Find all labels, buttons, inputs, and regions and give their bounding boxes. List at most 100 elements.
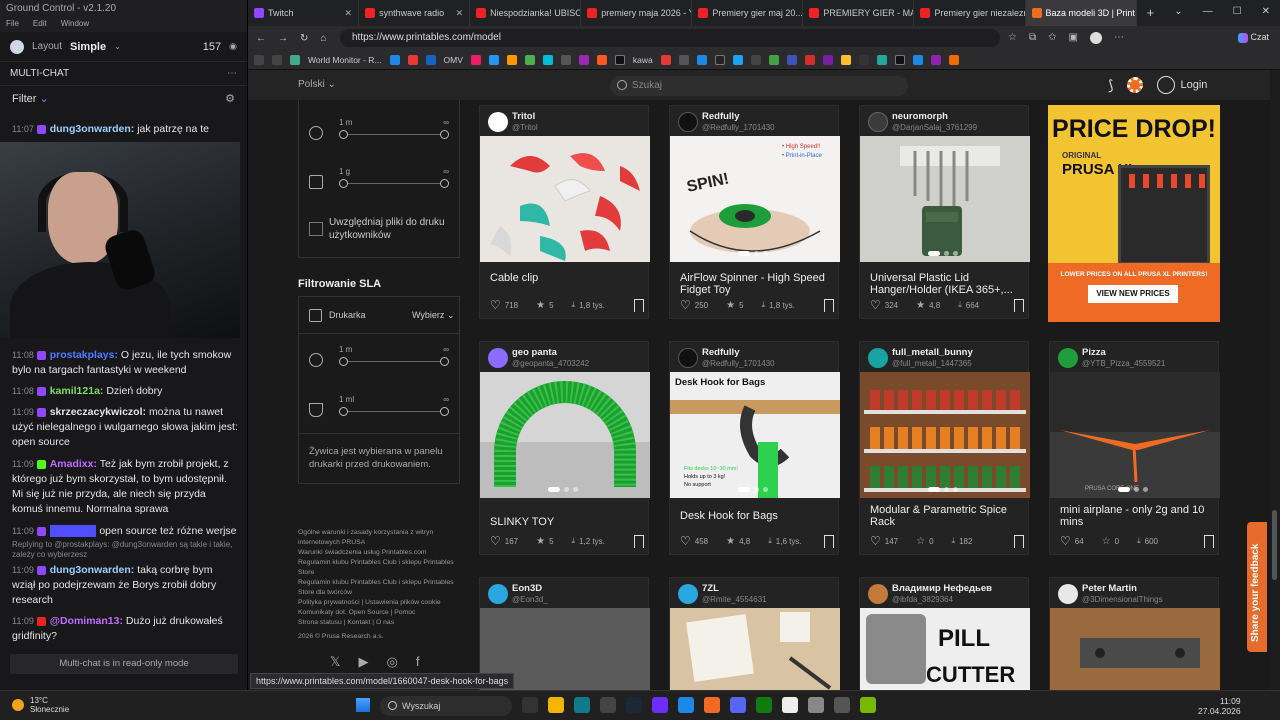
author-name[interactable]: Redfully [702,347,739,358]
star-icon[interactable]: ☆ [1008,32,1017,44]
back-icon[interactable]: ← [256,33,266,44]
tab-ubisoft[interactable]: Niespodzianka! UBISO✕ [470,0,582,26]
more-icon[interactable]: ⋯ [227,68,237,79]
bookmark-icon[interactable] [560,54,571,65]
app-icon[interactable] [834,697,850,713]
author-name[interactable]: Tritol [512,111,535,122]
tab-premiery-3[interactable]: PREMIERY GIER - MAJ✕ [803,0,915,26]
message-user[interactable]: @Domiman13: [50,615,123,627]
footer-link[interactable]: Komunikaty dot. Open Source | Pomoc [298,608,468,618]
forward-icon[interactable]: → [278,33,288,44]
heart-icon[interactable]: ♡ [680,534,691,548]
carousel-dots[interactable] [738,487,768,492]
model-image[interactable]: PRUSA CORE ONE [1050,372,1220,498]
author-name[interactable]: geo panta [512,347,557,358]
bluesky-icon[interactable] [732,54,743,65]
home-icon[interactable]: ⌂ [320,33,326,44]
model-image[interactable] [480,372,650,498]
printer-select[interactable]: Wybierz ⌄ [412,309,454,322]
facebook-icon[interactable]: f [416,654,420,670]
printables-badge-icon[interactable] [1127,77,1144,93]
model-card[interactable]: Tritol @Tritol Cable clip ♡ 718 ★ 5 ⤓ 1,8 t… [479,105,650,319]
bookmark-icon[interactable] [786,54,797,65]
message-user[interactable]: dung3onwarden: [50,564,135,576]
bookmark-icon[interactable] [876,54,887,65]
model-image[interactable]: Desk Hook for Bags Fits desks 10~30 mm! … [670,372,840,498]
model-image[interactable] [860,136,1030,262]
language-select[interactable]: Polski ⌄ [298,79,336,90]
youtube-icon[interactable] [660,54,671,65]
filter-dropdown[interactable]: Filter ⌄ [12,92,49,106]
slider-handle-max[interactable] [440,407,449,416]
slider-handle-max[interactable] [440,130,449,139]
login-button[interactable]: Login [1157,76,1207,94]
model-card[interactable]: Redfully @Redfully_1701430 Desk Hook for… [669,341,840,555]
bookmark-icon[interactable] [822,54,833,65]
carousel-dots[interactable] [928,251,958,256]
slider-handle-min[interactable] [339,357,348,366]
message-user[interactable]: dung3onwarden: [50,123,135,135]
model-card[interactable]: 7ZL @Rmite_4554631 [669,577,840,690]
reload-icon[interactable]: ↻ [300,33,308,44]
heart-icon[interactable]: ♡ [1060,534,1071,548]
price-drop-ad[interactable]: PRICE DROP! ORIGINAL PRUSA XL LOWER PRIC… [1048,105,1220,322]
favorites-icon[interactable]: ✩ [1048,32,1056,44]
model-image[interactable]: PILL CUTTER [860,608,1030,690]
profile-avatar[interactable] [1089,32,1102,44]
extensions-icon[interactable]: ⧉ [1029,32,1036,44]
bookmark-icon[interactable] [542,54,553,65]
bookmark-icon[interactable] [948,54,959,65]
favorite-kawa[interactable]: kawa [633,55,653,65]
close-icon[interactable]: ✕ [456,8,464,19]
windows-start-icon[interactable] [356,698,370,712]
nvidia-icon[interactable] [860,697,876,713]
share-feedback-button[interactable]: Share your feedback [1247,522,1267,652]
slider-handle-max[interactable] [440,357,449,366]
author-avatar[interactable] [868,348,888,368]
resin-slider[interactable]: 1 ml ∞ [309,395,449,425]
task-view-icon[interactable] [522,697,538,713]
footer-link[interactable]: Ogólne warunki i zasady korzystania z wi… [298,528,468,548]
weight-slider[interactable]: 1 g ∞ [309,167,449,197]
bookmark-icon[interactable] [840,54,851,65]
menu-window[interactable]: Window [61,19,89,31]
model-title[interactable]: Desk Hook for Bags [680,510,832,522]
menu-file[interactable]: File [6,19,19,31]
taskbar-search[interactable]: Wyszukaj [380,696,512,716]
instagram-icon[interactable]: ◎ [386,654,397,670]
edge-icon[interactable] [574,697,590,713]
favorite-world-monitor[interactable]: World Monitor - R... [308,55,382,65]
search-input[interactable]: Szukaj [610,76,908,96]
bookmark-icon[interactable] [768,54,779,65]
model-title[interactable]: SLINKY TOY [490,516,642,528]
bookmark-icon[interactable] [912,54,923,65]
author-avatar[interactable] [488,348,508,368]
bookmark-icon[interactable] [524,54,535,65]
collections-icon[interactable]: ▣ [1069,32,1078,44]
taskbar-clock[interactable]: 11:09 27.04.2026 [1198,696,1241,716]
close-window-icon[interactable]: ✕ [1262,6,1270,20]
author-name[interactable]: Владимир Нефедьев [892,583,992,594]
weather-widget[interactable]: 13°C Słonecznie [12,696,69,714]
author-name[interactable]: Redfully [702,111,739,122]
copilot-button[interactable]: Czat [1238,32,1269,43]
bookmark-icon[interactable] [578,54,589,65]
model-image[interactable] [860,372,1030,498]
bookmark-icon[interactable] [470,54,481,65]
heart-icon[interactable]: ♡ [490,534,501,548]
author-avatar[interactable] [678,584,698,604]
model-image[interactable] [670,608,840,690]
app-icon[interactable] [808,697,824,713]
author-avatar[interactable] [488,584,508,604]
heart-icon[interactable]: ♡ [870,298,881,312]
app-icon[interactable] [600,697,616,713]
app-icon[interactable] [678,697,694,713]
bookmark-icon[interactable] [407,54,418,65]
user-avatar-icon[interactable] [10,39,24,54]
model-card[interactable]: geo panta @geopanta_4703242 SLINKY TOY ♡… [479,341,650,555]
folder-icon[interactable] [254,54,264,65]
bookmark-icon[interactable] [894,54,905,65]
page-scrollbar[interactable] [1270,70,1280,690]
app-icon[interactable] [652,697,668,713]
author-avatar[interactable] [1058,584,1078,604]
